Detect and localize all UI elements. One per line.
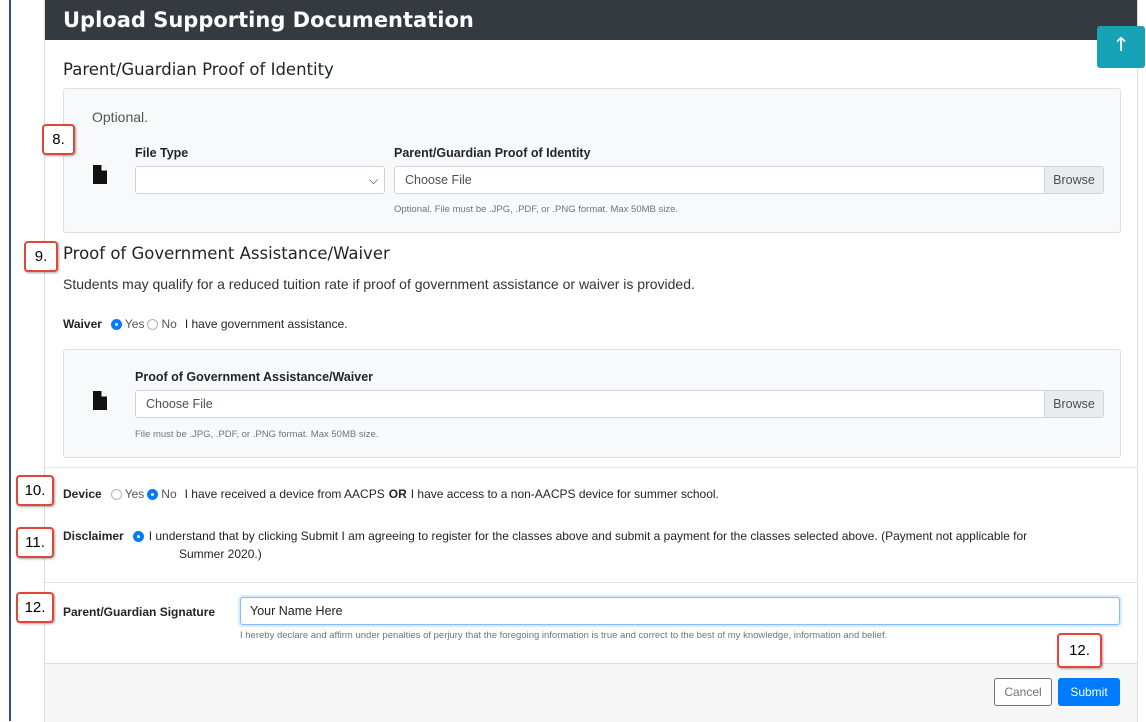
file-type-select[interactable]: ⌵: [135, 166, 385, 194]
callout-11: 11.: [16, 527, 54, 558]
parent-id-title: Parent/Guardian Proof of Identity: [63, 60, 334, 79]
parent-id-help: Optional. File must be .JPG, .PDF, or .P…: [394, 204, 679, 215]
file-input-placeholder: Choose File: [405, 173, 472, 187]
disclaimer-row: Disclaimer I understand that by clicking…: [63, 529, 1027, 543]
waiver-radio-group: Waiver Yes No I have government assistan…: [63, 317, 348, 331]
callout-8: 8.: [42, 124, 75, 155]
callout-12-signature: 12.: [16, 592, 54, 623]
device-no-radio[interactable]: [147, 488, 159, 500]
parent-id-panel: Optional. File Type ⌵ Parent/Guardian Pr…: [63, 88, 1121, 233]
disclaimer-line2: Summer 2020.): [179, 547, 262, 561]
file-icon: [93, 391, 107, 410]
device-yes-radio[interactable]: [110, 488, 122, 500]
device-statement-b: I have access to a non-AACPS device for …: [410, 487, 719, 501]
waiver-help: File must be .JPG, .PDF, or .PNG format.…: [135, 429, 379, 440]
chevron-down-icon: ⌵: [368, 173, 378, 187]
signature-input[interactable]: Your Name Here: [240, 597, 1120, 625]
divider: [45, 467, 1137, 468]
signature-label: Parent/Guardian Signature: [63, 605, 216, 619]
waiver-file-input[interactable]: Choose File Browse: [135, 390, 1104, 418]
form-footer: Cancel Submit: [45, 663, 1137, 722]
waiver-statement: I have government assistance.: [184, 317, 348, 331]
waiver-no-label[interactable]: No: [161, 317, 176, 331]
disclaimer-radio[interactable]: [132, 530, 144, 542]
cancel-button[interactable]: Cancel: [994, 678, 1052, 706]
waiver-no-radio[interactable]: [147, 318, 159, 330]
waiver-file-label: Proof of Government Assistance/Waiver: [135, 370, 374, 384]
waiver-description: Students may qualify for a reduced tuiti…: [63, 276, 695, 292]
signature-help: I hereby declare and affirm under penalt…: [240, 630, 888, 641]
arrow-up-icon: 🡑: [1116, 34, 1126, 54]
device-no-label[interactable]: No: [161, 487, 176, 501]
device-label: Device: [63, 487, 102, 501]
page-left-border: [9, 0, 11, 721]
device-statement-or: OR: [388, 487, 407, 501]
scroll-to-top-button[interactable]: 🡑: [1097, 26, 1145, 68]
divider: [45, 582, 1137, 583]
disclaimer-line2-row: Summer 2020.): [179, 547, 262, 561]
callout-12-submit: 12.: [1057, 633, 1102, 668]
file-icon: [93, 165, 107, 184]
optional-note: Optional.: [92, 109, 149, 125]
waiver-title: Proof of Government Assistance/Waiver: [63, 244, 390, 263]
file-type-label: File Type: [135, 146, 189, 160]
file-input-placeholder: Choose File: [146, 397, 213, 411]
browse-button[interactable]: Browse: [1044, 391, 1103, 417]
device-statement-a: I have received a device from AACPS: [184, 487, 385, 501]
device-radio-group: Device Yes No I have received a device f…: [63, 487, 719, 501]
waiver-yes-radio[interactable]: [110, 318, 122, 330]
upload-documentation-card: Upload Supporting Documentation Parent/G…: [44, 0, 1138, 722]
waiver-panel: Proof of Government Assistance/Waiver Ch…: [63, 349, 1121, 458]
disclaimer-line1: I understand that by clicking Submit I a…: [148, 529, 1028, 543]
callout-10: 10.: [16, 475, 54, 506]
device-yes-label[interactable]: Yes: [125, 487, 145, 501]
submit-button[interactable]: Submit: [1058, 678, 1120, 706]
parent-id-file-label: Parent/Guardian Proof of Identity: [394, 146, 591, 160]
waiver-label: Waiver: [63, 317, 102, 331]
parent-id-file-input[interactable]: Choose File Browse: [394, 166, 1104, 194]
section-header: Upload Supporting Documentation: [45, 0, 1137, 40]
signature-label-row: Parent/Guardian Signature: [63, 605, 215, 619]
disclaimer-label: Disclaimer: [63, 529, 124, 543]
browse-button[interactable]: Browse: [1044, 167, 1103, 193]
callout-9: 9.: [24, 241, 58, 272]
waiver-yes-label[interactable]: Yes: [125, 317, 145, 331]
